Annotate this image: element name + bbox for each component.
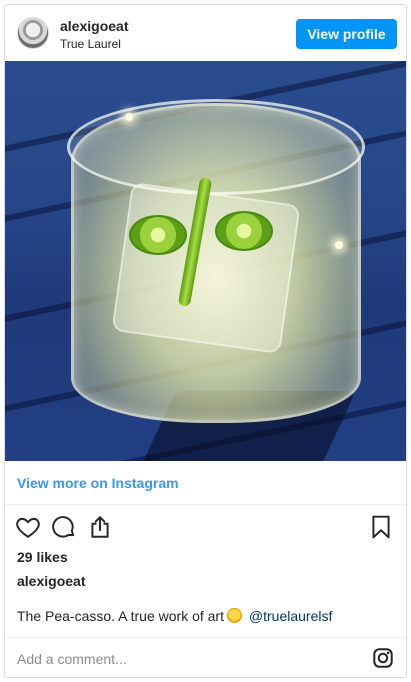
relieved-face-emoji [227, 608, 242, 623]
bookmark-icon[interactable] [368, 514, 394, 540]
like-count[interactable]: 29 likes [17, 549, 68, 565]
post-header: alexigoeat True Laurel View profile [5, 5, 406, 61]
caption: The Pea-casso. A true work of art @truel… [17, 608, 332, 624]
caption-text: The Pea-casso. A true work of art [17, 608, 224, 624]
caption-username[interactable]: alexigoeat [17, 573, 85, 589]
view-more-section: View more on Instagram [5, 461, 406, 505]
glass-rim [67, 99, 365, 195]
location[interactable]: True Laurel [60, 37, 121, 51]
add-comment-bar [5, 637, 406, 677]
comment-input[interactable] [17, 648, 357, 670]
instagram-icon[interactable] [372, 647, 394, 669]
instagram-embed-card: alexigoeat True Laurel View profile View… [4, 4, 407, 678]
light-sparkle [335, 241, 343, 249]
view-profile-button[interactable]: View profile [296, 19, 397, 49]
view-more-link[interactable]: View more on Instagram [17, 475, 179, 491]
username[interactable]: alexigoeat [60, 18, 128, 34]
pea-garnish-left [129, 215, 187, 255]
mention-link[interactable]: @truelaurelsf [249, 608, 332, 624]
share-icon[interactable] [87, 514, 113, 540]
post-photo[interactable] [5, 61, 406, 461]
action-bar [5, 505, 406, 547]
avatar[interactable] [17, 17, 49, 49]
light-sparkle [125, 113, 133, 121]
comment-icon[interactable] [51, 514, 77, 540]
heart-icon[interactable] [15, 514, 41, 540]
pea-garnish-right [215, 211, 273, 251]
